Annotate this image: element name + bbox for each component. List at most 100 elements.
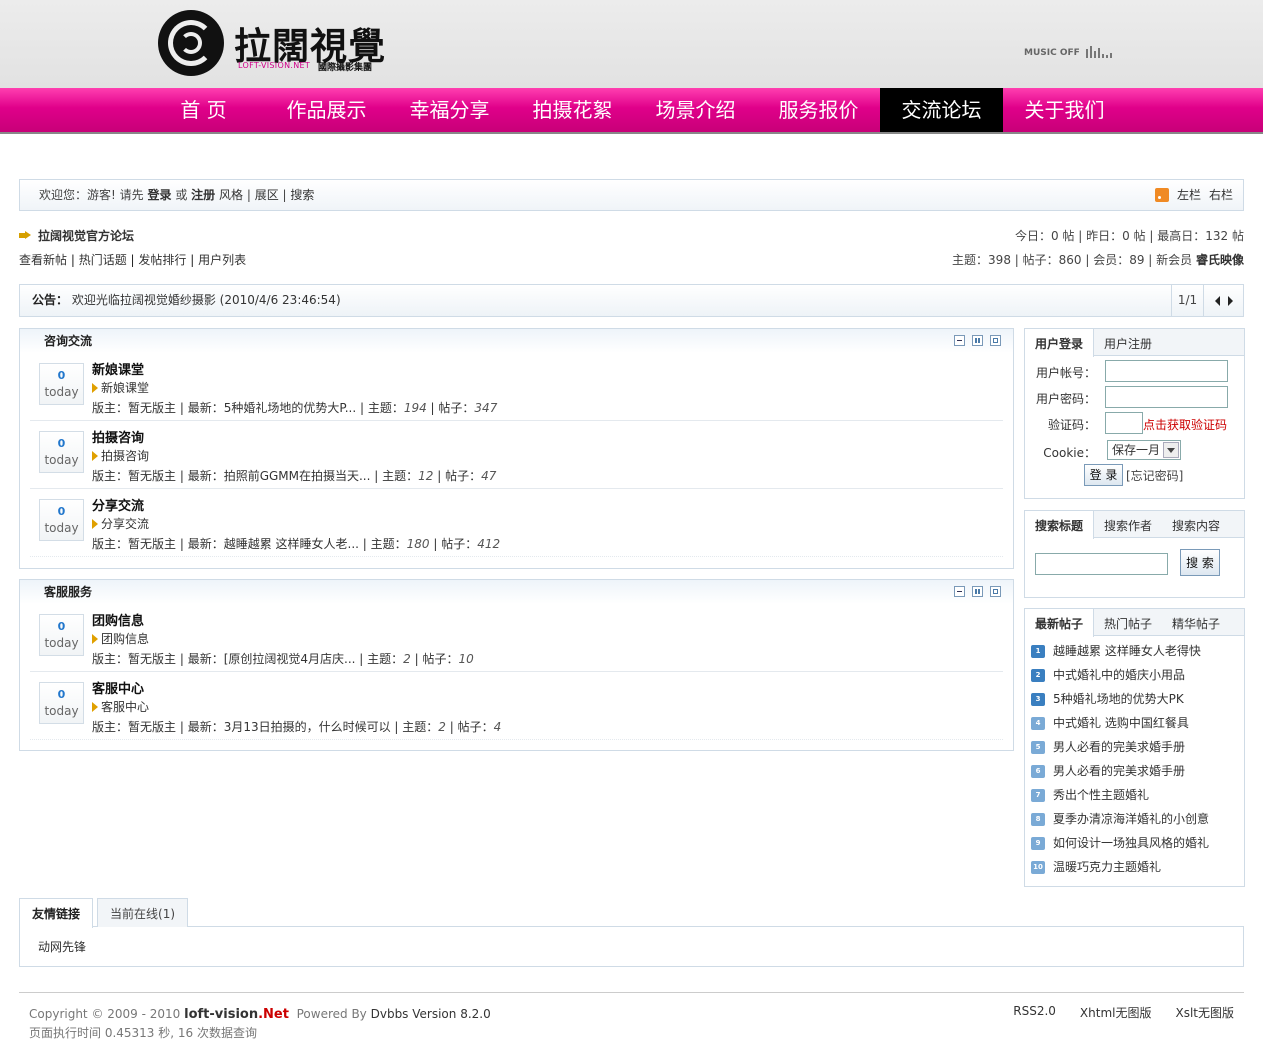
password-input[interactable] bbox=[1105, 386, 1228, 408]
list-item[interactable]: 10 温暖巧克力主题婚礼 bbox=[1031, 855, 1244, 879]
tab-online-users[interactable]: 当前在线(1) bbox=[97, 898, 189, 927]
site-link[interactable]: loft-vision.Net bbox=[184, 1007, 289, 1022]
cookie-select[interactable]: 保存一月 bbox=[1107, 440, 1181, 460]
board-latest-post[interactable]: 最新：拍照前GGMM在拍摄当天... bbox=[188, 469, 371, 483]
left-column-link[interactable]: 左栏 bbox=[1177, 180, 1201, 210]
list-view-icon[interactable] bbox=[972, 586, 983, 597]
right-column-link[interactable]: 右栏 bbox=[1209, 180, 1233, 210]
post-ranking-link[interactable]: 发帖排行 bbox=[138, 253, 186, 267]
user-list-link[interactable]: 用户列表 bbox=[198, 253, 246, 267]
post-link[interactable]: 越睡越累 这样睡女人老得快 bbox=[1053, 639, 1201, 663]
next-arrow-icon[interactable] bbox=[1227, 295, 1233, 306]
login-button[interactable]: 登 录 bbox=[1084, 464, 1123, 486]
image-view-icon[interactable] bbox=[990, 586, 1001, 597]
list-item[interactable]: 1 越睡越累 这样睡女人老得快 bbox=[1031, 639, 1244, 663]
nav-item-8[interactable]: 关于我们 bbox=[1003, 88, 1126, 132]
register-link[interactable]: 注册 bbox=[191, 188, 215, 202]
music-toggle[interactable]: MUSIC OFF bbox=[1024, 46, 1112, 58]
board-post-count: 10 bbox=[458, 652, 474, 666]
list-item[interactable]: 3 5种婚礼场地的优势大PK bbox=[1031, 687, 1244, 711]
list-view-icon[interactable] bbox=[972, 335, 983, 346]
captcha-input[interactable] bbox=[1105, 412, 1143, 434]
list-item[interactable]: 7 秀出个性主题婚礼 bbox=[1031, 783, 1244, 807]
forgot-password-link[interactable]: [忘记密码] bbox=[1126, 467, 1183, 484]
style-link[interactable]: 风格 bbox=[219, 188, 243, 202]
post-link[interactable]: 秀出个性主题婚礼 bbox=[1053, 783, 1149, 807]
search-input[interactable] bbox=[1035, 553, 1168, 575]
nav-item-7[interactable]: 交流论坛 bbox=[880, 88, 1003, 132]
list-item[interactable]: 4 中式婚礼 选购中国红餐具 bbox=[1031, 711, 1244, 735]
image-view-icon[interactable] bbox=[990, 335, 1001, 346]
rss-icon[interactable] bbox=[1154, 188, 1169, 202]
sub-board[interactable]: 团购信息 bbox=[92, 630, 149, 647]
sub-board[interactable]: 客服中心 bbox=[92, 698, 149, 715]
dvbbs-link[interactable]: Dvbbs Version 8.2.0 bbox=[371, 1007, 491, 1021]
nav-item-2[interactable]: 作品展示 bbox=[265, 88, 388, 132]
friend-link[interactable]: 动网先锋 bbox=[38, 940, 86, 954]
list-item[interactable]: 9 如何设计一场独具风格的婚礼 bbox=[1031, 831, 1244, 855]
nav-item-6[interactable]: 服务报价 bbox=[757, 88, 880, 132]
newest-member-link[interactable]: 睿氏映像 bbox=[1196, 253, 1244, 267]
category-title[interactable]: 客服服务 bbox=[44, 585, 92, 599]
quick-links: 查看新帖 | 热门话题 | 发帖排行 | 用户列表 bbox=[19, 253, 247, 267]
nav-item-1[interactable]: 首 页 bbox=[142, 88, 265, 132]
list-item[interactable]: 8 夏季办清凉海洋婚礼的小创意 bbox=[1031, 807, 1244, 831]
forum-title[interactable]: 拉阔视觉官方论坛 bbox=[19, 227, 134, 244]
rank-badge-icon: 7 bbox=[1031, 788, 1045, 802]
hot-topics-link[interactable]: 热门话题 bbox=[79, 253, 127, 267]
tab-friend-links[interactable]: 友情链接 bbox=[19, 898, 94, 928]
list-item[interactable]: 2 中式婚礼中的婚庆小用品 bbox=[1031, 663, 1244, 687]
rss-link[interactable]: RSS2.0 bbox=[1013, 1004, 1056, 1021]
post-link[interactable]: 如何设计一场独具风格的婚礼 bbox=[1053, 831, 1209, 855]
tab-search-author[interactable]: 搜索作者 bbox=[1094, 511, 1162, 538]
board-latest-post[interactable]: 最新：越睡越累 这样睡女人老... bbox=[188, 537, 359, 551]
account-input[interactable] bbox=[1105, 360, 1228, 382]
tab-user-login[interactable]: 用户登录 bbox=[1025, 329, 1095, 357]
login-link[interactable]: 登录 bbox=[147, 188, 171, 202]
sub-board[interactable]: 分享交流 bbox=[92, 515, 149, 532]
collapse-icon[interactable] bbox=[954, 335, 965, 346]
post-link[interactable]: 温暖巧克力主题婚礼 bbox=[1053, 855, 1161, 879]
post-link[interactable]: 男人必看的完美求婚手册 bbox=[1053, 735, 1185, 759]
board-latest-post[interactable]: 最新：5种婚礼场地的优势大P... bbox=[188, 401, 356, 415]
get-captcha-link[interactable]: 点击获取验证码 bbox=[1143, 416, 1227, 433]
post-link[interactable]: 中式婚礼 选购中国红餐具 bbox=[1053, 711, 1189, 735]
prev-arrow-icon[interactable] bbox=[1214, 295, 1220, 306]
list-item[interactable]: 6 男人必看的完美求婚手册 bbox=[1031, 759, 1244, 783]
board-latest-post[interactable]: 最新：3月13日拍摄的，什么时候可以 bbox=[188, 720, 391, 734]
tab-hot-posts[interactable]: 热门帖子 bbox=[1094, 609, 1162, 636]
board-name[interactable]: 客服中心 bbox=[92, 678, 144, 697]
board-name[interactable]: 分享交流 bbox=[92, 495, 144, 514]
board-name[interactable]: 团购信息 bbox=[92, 610, 144, 629]
nav-item-3[interactable]: 幸福分享 bbox=[388, 88, 511, 132]
tab-featured-posts[interactable]: 精华帖子 bbox=[1162, 609, 1230, 636]
nav-item-4[interactable]: 拍摄花絮 bbox=[511, 88, 634, 132]
showroom-link[interactable]: 展区 bbox=[255, 188, 279, 202]
daily-stats: 今日：0 帖 | 昨日：0 帖 | 最高日：132 帖 bbox=[1015, 229, 1244, 243]
board-latest-post[interactable]: 最新：[原创拉阔视觉4月店庆... bbox=[188, 652, 356, 666]
list-item[interactable]: 5 男人必看的完美求婚手册 bbox=[1031, 735, 1244, 759]
nav-item-5[interactable]: 场景介绍 bbox=[634, 88, 757, 132]
announcement-text[interactable]: 欢迎光临拉阔视觉婚纱摄影 (2010/4/6 23:46:54) bbox=[72, 293, 341, 307]
xhtml-link[interactable]: Xhtml无图版 bbox=[1080, 1004, 1152, 1021]
site-logo[interactable]: 拉闊視覺 LOFT-VISION.NET 國際攝影集團 bbox=[158, 10, 398, 76]
sub-board[interactable]: 拍摄咨询 bbox=[92, 447, 149, 464]
new-posts-link[interactable]: 查看新帖 bbox=[19, 253, 67, 267]
tab-search-content[interactable]: 搜索内容 bbox=[1162, 511, 1230, 538]
xslt-link[interactable]: Xslt无图版 bbox=[1175, 1004, 1234, 1021]
post-link[interactable]: 夏季办清凉海洋婚礼的小创意 bbox=[1053, 807, 1209, 831]
post-link[interactable]: 男人必看的完美求婚手册 bbox=[1053, 759, 1185, 783]
board-status-icon: 0 today bbox=[39, 682, 84, 724]
search-link[interactable]: 搜索 bbox=[290, 188, 314, 202]
post-link[interactable]: 中式婚礼中的婚庆小用品 bbox=[1053, 663, 1185, 687]
post-link[interactable]: 5种婚礼场地的优势大PK bbox=[1053, 687, 1184, 711]
sub-board[interactable]: 新娘课堂 bbox=[92, 379, 149, 396]
search-button[interactable]: 搜 索 bbox=[1180, 549, 1220, 576]
board-name[interactable]: 拍摄咨询 bbox=[92, 427, 144, 446]
board-name[interactable]: 新娘课堂 bbox=[92, 359, 144, 378]
collapse-icon[interactable] bbox=[954, 586, 965, 597]
tab-latest-posts[interactable]: 最新帖子 bbox=[1025, 609, 1095, 637]
tab-search-title[interactable]: 搜索标题 bbox=[1025, 511, 1095, 539]
category-title[interactable]: 咨询交流 bbox=[44, 334, 92, 348]
tab-user-register[interactable]: 用户注册 bbox=[1094, 329, 1162, 356]
